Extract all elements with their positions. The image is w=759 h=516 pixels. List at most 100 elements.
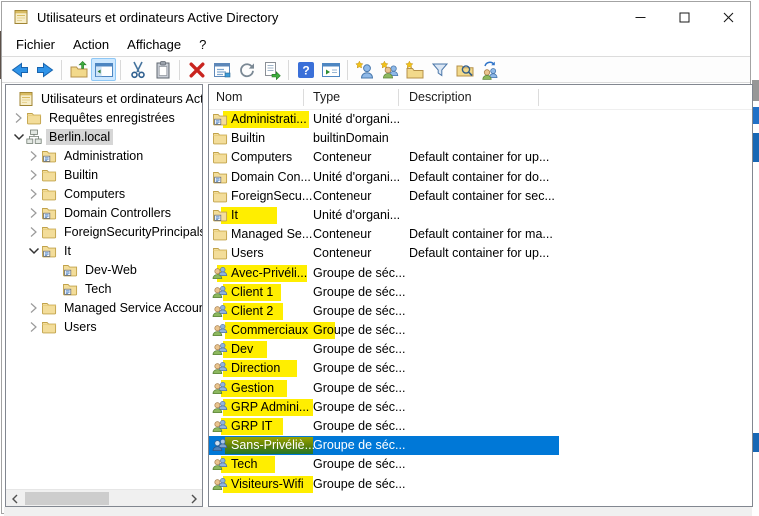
tree-item-requ-tes-enregistr-es[interactable]: Requêtes enregistrées xyxy=(6,108,202,127)
tree-item-label: Domain Controllers xyxy=(61,205,174,221)
tree-item-tech[interactable]: Tech xyxy=(6,279,202,298)
column-separator[interactable] xyxy=(538,89,539,106)
list-row-grp-it[interactable]: GRP ITGroupe de séc... xyxy=(209,417,752,436)
list-row-domain-con[interactable]: Domain Con...Unité d'organi...Default co… xyxy=(209,168,752,187)
tree-item-dev-web[interactable]: Dev-Web xyxy=(6,260,202,279)
menu-action[interactable]: Action xyxy=(64,34,118,55)
menu-help[interactable]: ? xyxy=(190,34,215,55)
tree-item-administration[interactable]: Administration xyxy=(6,146,202,165)
list-row-client-1[interactable]: Client 1Groupe de séc... xyxy=(209,283,752,302)
toolbar-find-button[interactable] xyxy=(452,58,477,81)
toolbar-new-user-button[interactable] xyxy=(352,58,377,81)
list-row-administrati[interactable]: Administrati...Unité d'organi... xyxy=(209,110,752,129)
toolbar-delete-button[interactable] xyxy=(184,58,209,81)
menu-affichage[interactable]: Affichage xyxy=(118,34,190,55)
close-button[interactable] xyxy=(706,2,750,32)
chevron-down-icon[interactable] xyxy=(26,245,41,257)
list-header: Nom Type Description xyxy=(209,85,752,110)
toolbar-forward-arrow-button[interactable] xyxy=(32,58,57,81)
list-row-client-2[interactable]: Client 2Groupe de séc... xyxy=(209,302,752,321)
list-row-computers[interactable]: ComputersConteneurDefault container for … xyxy=(209,148,752,167)
maximize-button[interactable] xyxy=(662,2,706,32)
toolbar-change-user-button[interactable] xyxy=(477,58,502,81)
chevron-right-icon[interactable] xyxy=(26,226,41,238)
column-header-nom[interactable]: Nom xyxy=(216,90,242,104)
list-row-users[interactable]: UsersConteneurDefault container for up..… xyxy=(209,244,752,263)
toolbar-export-list-button[interactable] xyxy=(259,58,284,81)
toolbar-console-tree-button[interactable] xyxy=(91,58,116,81)
list-row-foreignsecu[interactable]: ForeignSecu...ConteneurDefault container… xyxy=(209,187,752,206)
tree-item-users[interactable]: Users xyxy=(6,317,202,336)
column-separator[interactable] xyxy=(398,89,399,106)
tree-item-berlin-local[interactable]: Berlin.local xyxy=(6,127,202,146)
scroll-left-button[interactable] xyxy=(6,490,23,507)
cell-description: Default container for do... xyxy=(409,170,549,184)
cell-name: ForeignSecu... xyxy=(231,189,312,203)
list-row-dev[interactable]: DevGroupe de séc... xyxy=(209,340,752,359)
tree-item-foreignsecurityprincipals[interactable]: ForeignSecurityPrincipals xyxy=(6,222,202,241)
tree-horizontal-scrollbar[interactable] xyxy=(6,489,202,506)
group-icon xyxy=(212,265,228,281)
toolbar-properties-button[interactable] xyxy=(209,58,234,81)
list-row-avec-priv-li[interactable]: Avec-Privéli...Groupe de séc... xyxy=(209,264,752,283)
chevron-right-icon[interactable] xyxy=(26,207,41,219)
refresh-icon xyxy=(237,60,257,80)
chevron-right-icon[interactable] xyxy=(26,188,41,200)
list-row-it[interactable]: ItUnité d'organi... xyxy=(209,206,752,225)
toolbar-up-level-button[interactable] xyxy=(66,58,91,81)
cell-name: Builtin xyxy=(231,131,265,145)
tree-item-label: Dev-Web xyxy=(82,262,140,278)
cell-name: It xyxy=(231,208,238,222)
column-header-type[interactable]: Type xyxy=(313,90,340,104)
chevron-down-icon[interactable] xyxy=(11,131,26,143)
toolbar-back-arrow-button[interactable] xyxy=(7,58,32,81)
folder-icon xyxy=(212,130,228,146)
cell-type: Groupe de séc... xyxy=(313,381,405,395)
minimize-button[interactable] xyxy=(618,2,662,32)
chevron-right-icon[interactable] xyxy=(26,169,41,181)
window-controls xyxy=(618,2,750,32)
column-separator[interactable] xyxy=(303,89,304,106)
tree-item-domain-controllers[interactable]: Domain Controllers xyxy=(6,203,202,222)
toolbar-cut-button[interactable] xyxy=(125,58,150,81)
list-row-builtin[interactable]: BuiltinbuiltinDomain xyxy=(209,129,752,148)
toolbar-new-group-button[interactable] xyxy=(377,58,402,81)
list-row-managed-se[interactable]: Managed Se...ConteneurDefault container … xyxy=(209,225,752,244)
tree-item-label: Requêtes enregistrées xyxy=(46,110,178,126)
scrollbar-thumb[interactable] xyxy=(25,492,109,505)
chevron-right-icon[interactable] xyxy=(26,150,41,162)
export-list-icon xyxy=(262,60,282,80)
menu-fichier[interactable]: Fichier xyxy=(7,34,64,55)
list-row-tech[interactable]: TechGroupe de séc... xyxy=(209,455,752,474)
cell-type: Groupe de séc... xyxy=(313,400,405,414)
toolbar-new-org-unit-button[interactable] xyxy=(402,58,427,81)
column-header-description[interactable]: Description xyxy=(409,90,472,104)
toolbar-filter-button[interactable] xyxy=(427,58,452,81)
chevron-right-icon[interactable] xyxy=(26,302,41,314)
toolbar-window-pane-button[interactable] xyxy=(318,58,343,81)
tree-item-it[interactable]: It xyxy=(6,241,202,260)
tree-item-computers[interactable]: Computers xyxy=(6,184,202,203)
list-row-sans-priv-li[interactable]: Sans-Privéliè...Groupe de séc... xyxy=(209,436,752,455)
list-row-grp-admini[interactable]: GRP Admini...Groupe de séc... xyxy=(209,398,752,417)
list-row-gestion[interactable]: GestionGroupe de séc... xyxy=(209,379,752,398)
tree-item-builtin[interactable]: Builtin xyxy=(6,165,202,184)
group-icon xyxy=(212,418,228,434)
list-row-commerciaux[interactable]: CommerciauxGroupe de séc... xyxy=(209,321,752,340)
folder-ou-icon xyxy=(62,262,78,278)
scroll-right-button[interactable] xyxy=(185,490,202,507)
cell-description: Default container for ma... xyxy=(409,227,553,241)
toolbar-help-button[interactable]: ? xyxy=(293,58,318,81)
cell-name: Computers xyxy=(231,150,292,164)
tree-item-managed-service-accounts[interactable]: Managed Service Accounts xyxy=(6,298,202,317)
toolbar-paste-button[interactable] xyxy=(150,58,175,81)
list-rows: Administrati...Unité d'organi...Builtinb… xyxy=(209,110,752,494)
toolbar-refresh-button[interactable] xyxy=(234,58,259,81)
cell-name: Tech xyxy=(231,457,257,471)
tree-item-utilisateurs-et-ordinateurs-active[interactable]: Utilisateurs et ordinateurs Active xyxy=(6,89,202,108)
list-row-visiteurs-wifi[interactable]: Visiteurs-WifiGroupe de séc... xyxy=(209,475,752,494)
chevron-right-icon[interactable] xyxy=(26,321,41,333)
list-row-direction[interactable]: DirectionGroupe de séc... xyxy=(209,359,752,378)
cell-type: Groupe de séc... xyxy=(313,285,405,299)
chevron-right-icon[interactable] xyxy=(11,112,26,124)
